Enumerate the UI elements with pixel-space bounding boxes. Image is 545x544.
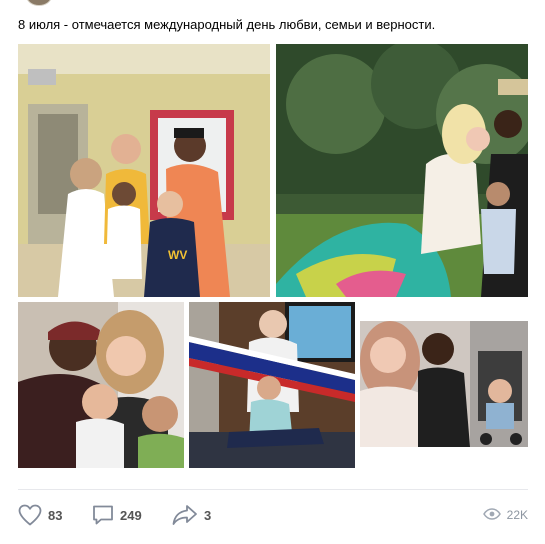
views-counter: 22K [482,500,528,530]
svg-text:WV: WV [168,248,187,262]
wall-post: 8 июля - отмечается международный день л… [0,0,545,544]
share-count: 3 [204,507,212,523]
family-with-stroller-image [360,321,528,447]
views-count: 22K [506,508,528,522]
photo-4[interactable] [189,302,355,468]
family-selfie-image [18,302,184,468]
heart-icon [18,504,42,526]
couple-kiss-outdoors-image [276,44,528,297]
comment-button[interactable]: 249 [92,500,142,530]
like-button[interactable]: 83 [18,500,62,530]
post-actions: 83 249 3 22K [18,500,528,530]
photo-1[interactable]: WV [18,44,270,297]
photo-5[interactable] [360,321,528,447]
eye-icon [482,507,501,523]
share-button[interactable]: 3 [172,500,211,530]
footer-divider [18,489,528,490]
post-text: 8 июля - отмечается международный день л… [18,17,436,32]
comment-icon [92,504,114,526]
photo-3[interactable] [18,302,184,468]
share-arrow-icon [172,504,198,526]
author-avatar[interactable] [26,0,52,6]
family-with-flag-image [189,302,355,468]
family-photo-indoors-image: WV [18,44,270,297]
comment-count: 249 [120,507,142,523]
photo-2[interactable] [276,44,528,297]
like-count: 83 [48,507,63,523]
